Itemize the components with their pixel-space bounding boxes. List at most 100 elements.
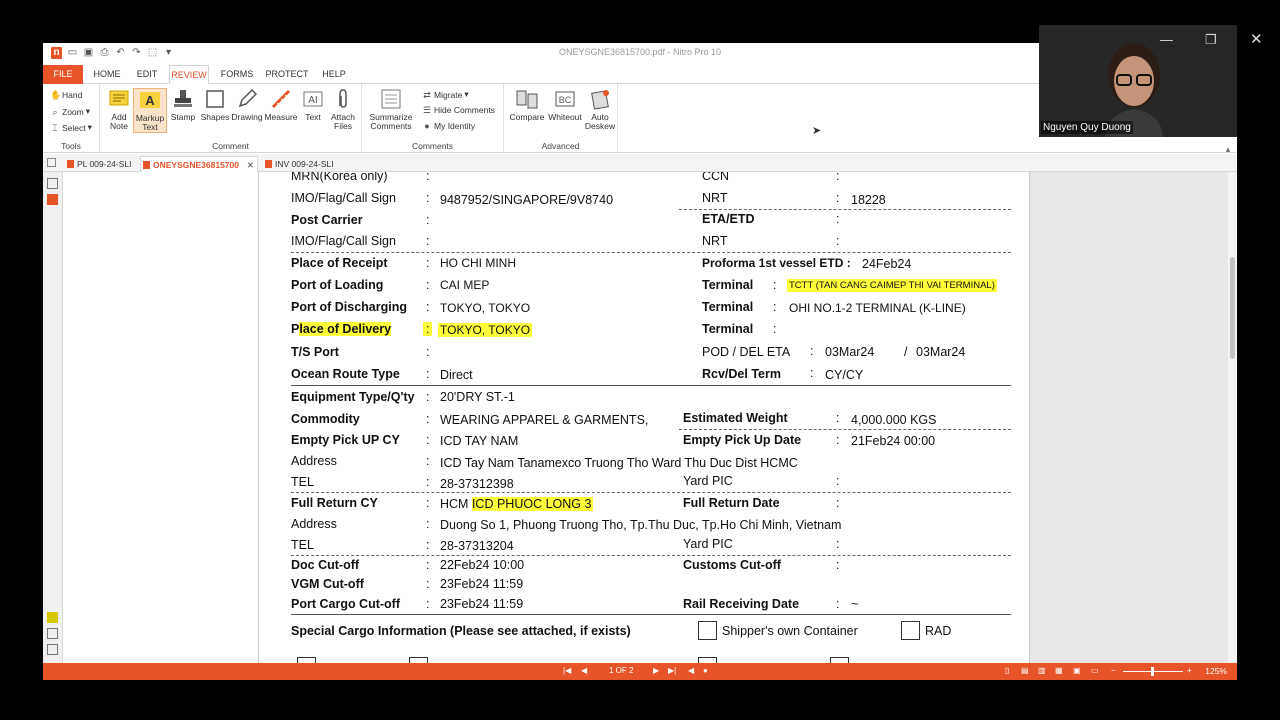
drawing-button[interactable]: Drawing (230, 88, 264, 122)
compare-label: Compare (509, 112, 545, 122)
restore-icon[interactable]: ❐ (1205, 32, 1217, 48)
tab-help[interactable]: HELP (319, 65, 349, 84)
doc-cutoff-value: 22Feb24 10:00 (440, 558, 525, 572)
colon: : (426, 256, 430, 270)
stamp-button[interactable]: Stamp (166, 88, 200, 122)
colon: : (836, 411, 840, 425)
receipt-value: HO CHI MINH (440, 256, 516, 270)
migrate-icon: ⇄ (423, 89, 431, 100)
attachments-panel-icon[interactable] (47, 628, 58, 639)
comments-panel-icon[interactable] (47, 612, 58, 623)
colon: : (426, 234, 430, 248)
discharging-label: Port of Discharging (291, 300, 407, 314)
vertical-scrollbar[interactable] (1228, 172, 1237, 663)
summarize-comments-button[interactable]: Summarize Comments (368, 88, 414, 131)
ruler-icon (271, 89, 291, 109)
colon: : (836, 558, 840, 572)
shipper-container-label: Shipper's own Container (722, 624, 858, 638)
doc-tab-inv[interactable]: INV 009-24-SLI (263, 156, 339, 172)
shipper-container-checkbox[interactable] (698, 621, 717, 640)
scrollbar-thumb[interactable] (1230, 257, 1235, 359)
add-note-button[interactable]: Add Note (102, 88, 136, 131)
colon: : (836, 172, 840, 183)
colon: : (426, 300, 430, 314)
colon: : (810, 344, 814, 358)
colon: : (836, 191, 840, 205)
commodity-label: Commodity (291, 412, 360, 426)
forward-view-icon[interactable]: ● (703, 666, 708, 675)
stamp-icon (174, 90, 192, 107)
collapse-ribbon-icon[interactable]: ▲ (1224, 145, 1232, 154)
rad-label: RAD (925, 624, 952, 638)
close-tab-icon[interactable]: ✕ (247, 157, 254, 173)
document-tabs: PL 009-24-SLI ONEYSGNE36815700 ✕ INV 009-… (43, 154, 1237, 172)
bookmarks-panel-icon[interactable] (47, 194, 58, 205)
address2-value: Duong So 1, Phuong Truong Tho, Tp.Thu Du… (440, 518, 842, 532)
single-page-icon[interactable]: ▯ (1005, 666, 1009, 675)
my-identity-button[interactable]: ● My Identity (422, 121, 475, 131)
markup-text-button[interactable]: A Markup Text (133, 88, 167, 133)
doc-tab-pl[interactable]: PL 009-24-SLI (65, 156, 137, 172)
previous-page-icon[interactable]: ◀ (581, 666, 587, 675)
facing-continuous-icon[interactable]: ▦ (1055, 666, 1063, 675)
back-view-icon[interactable]: ◀ (688, 666, 694, 675)
fullscreen-icon[interactable]: ▭ (1091, 666, 1099, 675)
tab-file[interactable]: FILE (43, 65, 83, 84)
fit-icon[interactable]: ▣ (1073, 666, 1081, 675)
shapes-button[interactable]: Shapes (198, 88, 232, 122)
continuous-icon[interactable]: ▤ (1021, 666, 1029, 675)
migrate-button[interactable]: ⇄ Migrate ▾ (422, 89, 468, 100)
zoom-slider-thumb[interactable] (1151, 667, 1154, 676)
svg-text:AI: AI (308, 95, 317, 106)
tab-edit[interactable]: EDIT (131, 65, 163, 84)
auto-deskew-button[interactable]: Auto Deskew (583, 88, 617, 131)
port-cargo-label: Port Cargo Cut-off (291, 597, 401, 611)
summarize-icon (381, 89, 401, 109)
tab-protect[interactable]: PROTECT (265, 65, 309, 84)
tab-home[interactable]: HOME (89, 65, 125, 84)
zoom-out-icon[interactable]: − (1111, 666, 1116, 675)
pod-value-2: 03Mar24 (916, 345, 966, 359)
facing-icon[interactable]: ▥ (1038, 666, 1046, 675)
add-note-label: Add Note (110, 112, 128, 131)
whiteout-button[interactable]: BC Whiteout (546, 88, 584, 122)
divider (291, 614, 1011, 615)
select-tool[interactable]: ⌶ Select ▾ (50, 122, 92, 133)
hide-comments-button[interactable]: ☰ Hide Comments (422, 105, 495, 115)
person-icon: ● (424, 121, 430, 131)
zoom-label: Zoom (62, 106, 84, 117)
close-icon[interactable]: ✕ (1250, 30, 1263, 48)
nrt-label: NRT (702, 191, 728, 205)
colon: : (810, 366, 814, 380)
tools-group: ✋ Hand ⌕ Zoom ▾ ⌶ Select ▾ Tools (43, 84, 100, 153)
zoom-in-icon[interactable]: + (1187, 666, 1192, 675)
attach-files-button[interactable]: Attach Files (326, 88, 360, 131)
weight-value: 4,000.000 KGS (851, 413, 937, 427)
zoom-tool[interactable]: ⌕ Zoom ▾ (50, 106, 90, 117)
panel-toggle-icon[interactable] (47, 158, 56, 167)
shapes-label: Shapes (200, 112, 230, 122)
tab-review[interactable]: REVIEW (169, 65, 209, 84)
first-page-icon[interactable]: |◀ (563, 666, 571, 675)
text-button[interactable]: AI Text (296, 88, 330, 122)
auto-deskew-label: Auto Deskew (584, 112, 616, 131)
comment-group-label: Comment (212, 141, 249, 151)
measure-button[interactable]: Measure (264, 88, 298, 122)
pages-panel-icon[interactable] (47, 178, 58, 189)
doc-cutoff-label: Doc Cut-off (291, 558, 360, 572)
minimize-icon[interactable]: — (1160, 32, 1173, 47)
page-indicator[interactable]: 1 OF 2 (609, 666, 633, 675)
whiteout-label: Whiteout (548, 112, 582, 122)
doc-tab-oney[interactable]: ONEYSGNE36815700 ✕ (140, 156, 258, 172)
last-page-icon[interactable]: ▶| (668, 666, 676, 675)
colon: : (773, 300, 777, 314)
tab-forms[interactable]: FORMS (219, 65, 255, 84)
special-cargo-label: Special Cargo Information (Please see at… (291, 624, 631, 638)
output-panel-icon[interactable] (47, 644, 58, 655)
address1-label: Address (291, 454, 337, 468)
hand-tool[interactable]: ✋ Hand (50, 90, 82, 100)
zoom-level: 125% (1205, 666, 1227, 676)
compare-button[interactable]: Compare (508, 88, 546, 122)
next-page-icon[interactable]: ▶ (653, 666, 659, 675)
rad-checkbox[interactable] (901, 621, 920, 640)
